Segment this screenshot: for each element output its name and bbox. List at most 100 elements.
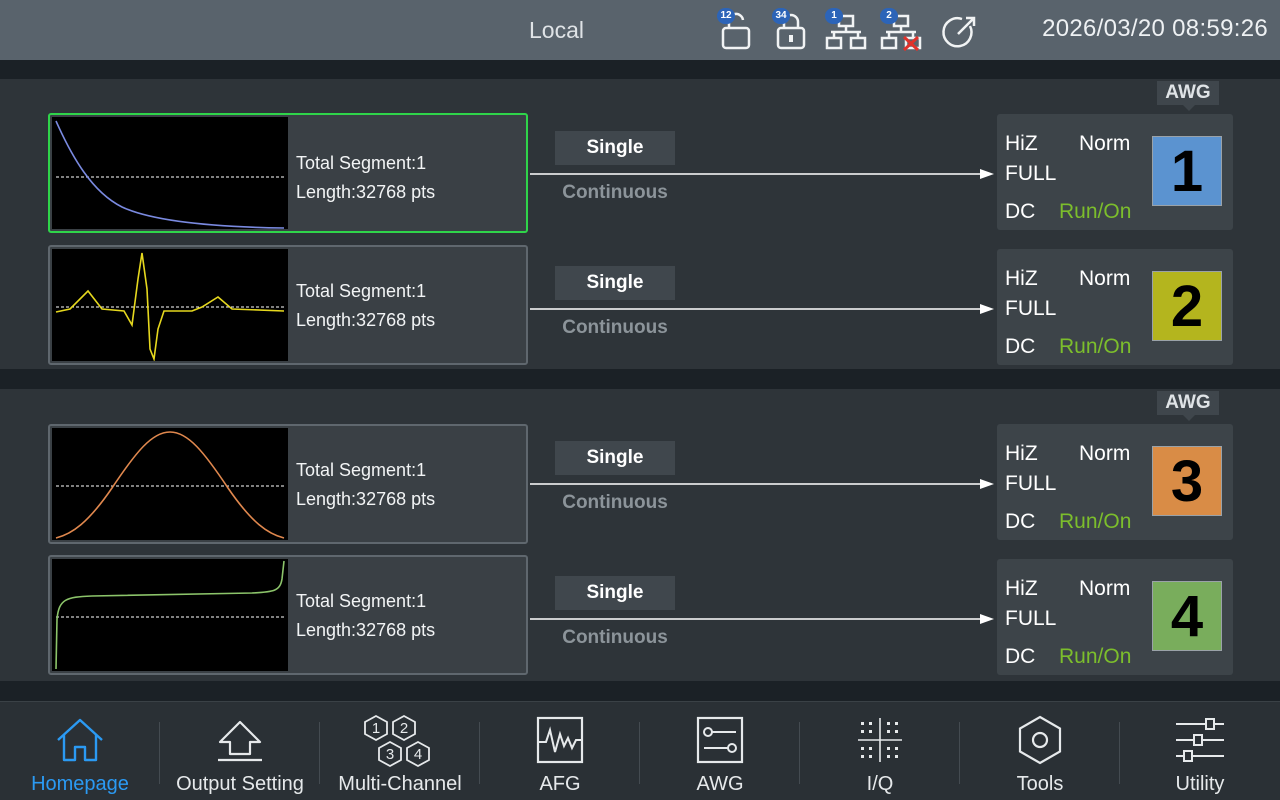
home-icon	[57, 718, 103, 762]
lock-badge-1: 12	[717, 8, 735, 24]
channel-1-output-card[interactable]: HiZ Norm FULL DC Run/On 1	[997, 114, 1233, 230]
channel-1-run-state: Run/On	[1059, 200, 1132, 223]
afg-waveform-icon	[536, 716, 584, 764]
nav-tools[interactable]: Tools	[960, 702, 1120, 800]
network-icon[interactable]: 1	[825, 8, 867, 52]
channel-1-polarity: Norm	[1079, 132, 1131, 155]
channel-1-segment-label: Total Segment:1	[296, 153, 427, 173]
channel-3-range: FULL	[1005, 472, 1057, 495]
lock-closed-icon[interactable]: 34	[772, 8, 812, 52]
tools-hexagon-icon	[1018, 715, 1062, 765]
multi-channel-icon: 1 23 4	[364, 714, 430, 768]
nav-tools-label: Tools	[1016, 773, 1064, 795]
channel-2-trace	[55, 252, 285, 363]
channel-2-coupling: DC	[1005, 335, 1036, 358]
nav-iq-label: I/Q	[866, 773, 894, 795]
channel-2-waveform-card[interactable]: Total Segment:1 Length:32768 pts	[48, 245, 528, 365]
nav-output-setting-label: Output Setting	[176, 773, 304, 795]
channel-1-trace	[55, 120, 285, 229]
channel-4-number-badge[interactable]: 4	[1152, 581, 1222, 651]
output-setting-icon	[218, 720, 262, 762]
network-disconnected-icon[interactable]: 2	[880, 8, 922, 52]
channel-2-run-state: Run/On	[1059, 335, 1132, 358]
channel-3-run-state: Run/On	[1059, 510, 1132, 533]
channel-4-polarity: Norm	[1079, 577, 1131, 600]
iq-constellation-icon	[858, 718, 902, 762]
channel-3-single-button[interactable]: Single	[555, 441, 675, 475]
trigger-icon[interactable]	[940, 10, 980, 52]
lock-open-icon[interactable]: 12	[717, 8, 757, 52]
channel-3-impedance: HiZ	[1005, 442, 1038, 465]
channel-2-impedance: HiZ	[1005, 267, 1038, 290]
channel-3-waveform-plot	[52, 428, 288, 540]
nav-multi-channel-label: Multi-Channel	[338, 773, 462, 795]
nav-utility[interactable]: Utility	[1120, 702, 1280, 800]
channel-4-range: FULL	[1005, 607, 1057, 630]
channel-3-segment-label: Total Segment:1	[296, 460, 427, 480]
channel-1-range: FULL	[1005, 162, 1057, 185]
channel-4-waveform-card[interactable]: Total Segment:1 Length:32768 pts	[48, 555, 528, 675]
status-bar: Local 12 34 1 2 2026/03/20 08:59:26	[0, 0, 1280, 60]
svg-text:1: 1	[372, 720, 380, 737]
channel-2-output-card[interactable]: HiZ Norm FULL DC Run/On 2	[997, 249, 1233, 365]
channel-1-length-label: Length:32768 pts	[296, 182, 436, 202]
channel-2-continuous-button[interactable]: Continuous	[555, 317, 675, 339]
control-mode-label: Local	[529, 17, 584, 43]
lock-badge-2: 34	[772, 8, 790, 24]
channel-2-number-badge[interactable]: 2	[1152, 271, 1222, 341]
channel-4-run-state: Run/On	[1059, 645, 1132, 668]
network-badge-2: 2	[880, 8, 898, 24]
channel-4-single-button[interactable]: Single	[555, 576, 675, 610]
nav-multi-channel[interactable]: 1 23 4 Multi-Channel	[320, 702, 480, 800]
channel-1-waveform-card[interactable]: Total Segment:1 Length:32768 pts	[48, 113, 528, 233]
nav-afg[interactable]: AFG	[480, 702, 640, 800]
channel-4-waveform-plot	[52, 559, 288, 671]
bottom-nav: Homepage Output Setting 1 23 4 Multi-Chann…	[0, 701, 1280, 800]
channel-4-continuous-button[interactable]: Continuous	[555, 627, 675, 649]
network-badge-1: 1	[825, 8, 843, 24]
nav-afg-label: AFG	[539, 773, 581, 795]
svg-text:2: 2	[400, 720, 408, 737]
channel-2-waveform-plot	[52, 249, 288, 363]
awg-tag-group-2: AWG	[1157, 391, 1219, 421]
channel-1-signal-arrow	[530, 169, 994, 179]
awg-sliders-icon	[696, 716, 744, 764]
channel-1-number-badge[interactable]: 1	[1152, 136, 1222, 206]
nav-awg[interactable]: AWG	[640, 702, 800, 800]
channel-1-single-button[interactable]: Single	[555, 131, 675, 165]
channel-2-polarity: Norm	[1079, 267, 1131, 290]
channel-3-polarity: Norm	[1079, 442, 1131, 465]
channel-2-range: FULL	[1005, 297, 1057, 320]
channel-2-length-label: Length:32768 pts	[296, 310, 436, 330]
channel-3-output-card[interactable]: HiZ Norm FULL DC Run/On 3	[997, 424, 1233, 540]
channel-1-waveform-plot	[52, 117, 288, 229]
awg-tag-group-1: AWG	[1157, 81, 1219, 111]
channel-4-impedance: HiZ	[1005, 577, 1038, 600]
channel-4-output-card[interactable]: HiZ Norm FULL DC Run/On 4	[997, 559, 1233, 675]
channel-2-single-button[interactable]: Single	[555, 266, 675, 300]
utility-sliders-icon	[1176, 718, 1224, 762]
channel-1-continuous-button[interactable]: Continuous	[555, 182, 675, 204]
nav-utility-label: Utility	[1175, 773, 1225, 795]
channel-3-signal-arrow	[530, 479, 994, 489]
svg-text:4: 4	[414, 746, 422, 763]
nav-homepage-label: Homepage	[31, 773, 129, 795]
channel-4-signal-arrow	[530, 614, 994, 624]
svg-text:3: 3	[386, 746, 394, 763]
channel-3-continuous-button[interactable]: Continuous	[555, 492, 675, 514]
channel-4-length-label: Length:32768 pts	[296, 620, 436, 640]
channel-3-number-badge[interactable]: 3	[1152, 446, 1222, 516]
channel-4-coupling: DC	[1005, 645, 1036, 668]
channel-3-waveform-card[interactable]: Total Segment:1 Length:32768 pts	[48, 424, 528, 544]
channel-4-segment-label: Total Segment:1	[296, 591, 427, 611]
channel-1-impedance: HiZ	[1005, 132, 1038, 155]
nav-homepage[interactable]: Homepage	[0, 702, 160, 800]
nav-output-setting[interactable]: Output Setting	[160, 702, 320, 800]
channel-2-segment-label: Total Segment:1	[296, 281, 427, 301]
channel-3-length-label: Length:32768 pts	[296, 489, 436, 509]
datetime-label: 2026/03/20 08:59:26	[1042, 15, 1268, 42]
nav-iq[interactable]: I/Q	[800, 702, 960, 800]
channel-4-trace	[55, 560, 285, 670]
nav-awg-label: AWG	[696, 773, 744, 795]
channel-1-coupling: DC	[1005, 200, 1036, 223]
